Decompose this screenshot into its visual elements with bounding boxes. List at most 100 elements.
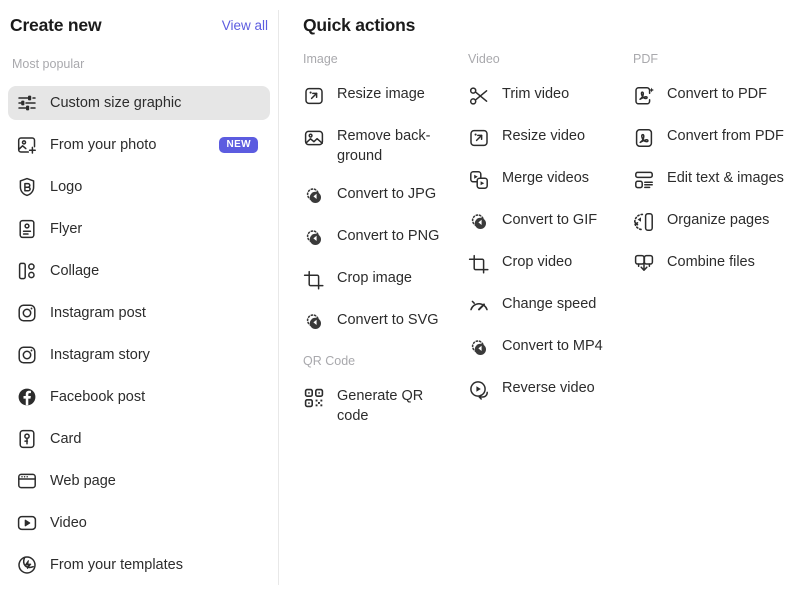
edit-text-images-icon: [633, 169, 655, 191]
create-new-list: Custom size graphic From your photo NEW L…: [8, 86, 270, 590]
quick-action-convert-to-gif[interactable]: Convert to GIF: [468, 210, 633, 236]
quick-action-change-speed[interactable]: Change speed: [468, 294, 633, 320]
create-new-item-label: Collage: [50, 263, 99, 279]
create-new-item-from-your-photo[interactable]: From your photo NEW: [8, 128, 270, 162]
quick-action-convert-to-pdf[interactable]: Convert to PDF: [633, 84, 800, 110]
create-new-item-label: Instagram post: [50, 305, 146, 321]
quick-action-edit-text-images[interactable]: Edit text & images: [633, 168, 800, 194]
quick-action-convert-from-pdf[interactable]: Convert from PDF: [633, 126, 800, 152]
quick-action-label: Change speed: [502, 294, 596, 314]
facebook-icon: [16, 386, 38, 408]
create-new-item-facebook-post[interactable]: Facebook post: [8, 380, 270, 414]
create-new-item-video[interactable]: Video: [8, 506, 270, 540]
page-title: Create new: [10, 15, 101, 36]
quick-action-convert-to-jpg[interactable]: Convert to JPG: [303, 184, 468, 210]
quick-action-label: Crop image: [337, 268, 412, 288]
create-new-item-instagram-story[interactable]: Instagram story: [8, 338, 270, 372]
quick-actions-column-pdf: PDF Convert to PDF Convert from PDF Edit…: [633, 52, 800, 444]
speedometer-icon: [468, 295, 490, 317]
view-all-link[interactable]: View all: [222, 18, 268, 33]
logo-badge-icon: [16, 176, 38, 198]
resize-image-icon: [468, 127, 490, 149]
create-new-panel: Create new View all Most popular Custom …: [0, 0, 278, 595]
create-new-item-instagram-post[interactable]: Instagram post: [8, 296, 270, 330]
quick-actions-panel: Quick actions Image Resize image Remove …: [295, 0, 800, 595]
create-new-item-from-your-templates[interactable]: From your templates: [8, 548, 270, 582]
quick-action-resize-video[interactable]: Resize video: [468, 126, 633, 152]
quick-action-label: Convert to SVG: [337, 310, 439, 330]
quick-action-merge-videos[interactable]: Merge videos: [468, 168, 633, 194]
combine-files-icon: [633, 253, 655, 275]
create-new-item-label: Flyer: [50, 221, 82, 237]
create-new-item-label: Video: [50, 515, 87, 531]
create-new-item-label: Facebook post: [50, 389, 145, 405]
quick-action-label: Merge videos: [502, 168, 589, 188]
quick-action-label: Remove back-ground: [337, 126, 449, 166]
quick-action-reverse-video[interactable]: Reverse video: [468, 378, 633, 404]
remove-background-icon: [303, 127, 325, 149]
quick-action-label: Convert to PDF: [667, 84, 767, 104]
card-icon: [16, 428, 38, 450]
quick-actions-column-image: Image Resize image Remove back-ground Co…: [303, 52, 468, 444]
scissors-icon: [468, 85, 490, 107]
create-new-item-web-page[interactable]: Web page: [8, 464, 270, 498]
quick-action-convert-to-svg[interactable]: Convert to SVG: [303, 310, 468, 336]
quick-action-trim-video[interactable]: Trim video: [468, 84, 633, 110]
sliders-icon: [16, 92, 38, 114]
quick-action-crop-image[interactable]: Crop image: [303, 268, 468, 294]
quick-action-crop-video[interactable]: Crop video: [468, 252, 633, 278]
quick-action-resize-image[interactable]: Resize image: [303, 84, 468, 110]
create-new-item-card[interactable]: Card: [8, 422, 270, 456]
quick-actions-page: Create new View all Most popular Custom …: [0, 0, 800, 595]
create-new-item-custom-size-graphic[interactable]: Custom size graphic: [8, 86, 270, 120]
quick-actions-column-label: Video: [468, 52, 633, 66]
qr-code-icon: [303, 387, 325, 409]
instagram-icon: [16, 302, 38, 324]
quick-action-label: Edit text & images: [667, 168, 784, 188]
quick-action-label: Convert to GIF: [502, 210, 597, 230]
organize-pages-icon: [633, 211, 655, 233]
convert-icon: [303, 185, 325, 207]
quick-actions-columns: Image Resize image Remove back-ground Co…: [303, 52, 800, 444]
resize-image-icon: [303, 85, 325, 107]
quick-action-generate-qr-code[interactable]: Generate QR code: [303, 386, 468, 426]
quick-action-label: Resize video: [502, 126, 585, 146]
convert-to-pdf-icon: [633, 85, 655, 107]
quick-action-convert-to-mp4[interactable]: Convert to MP4: [468, 336, 633, 362]
create-new-item-label: From your photo: [50, 137, 156, 153]
quick-action-convert-to-png[interactable]: Convert to PNG: [303, 226, 468, 252]
merge-videos-icon: [468, 169, 490, 191]
quick-actions-column-video: Video Trim video Resize video Merge vide…: [468, 52, 633, 444]
collage-icon: [16, 260, 38, 282]
crop-icon: [468, 253, 490, 275]
instagram-icon: [16, 344, 38, 366]
convert-icon: [303, 311, 325, 333]
create-new-item-label: From your templates: [50, 557, 183, 573]
quick-actions-title: Quick actions: [303, 15, 415, 36]
quick-actions-column-label: PDF: [633, 52, 800, 66]
status-badge: NEW: [219, 137, 258, 153]
quick-action-label: Resize image: [337, 84, 425, 104]
pdf-icon: [633, 127, 655, 149]
quick-action-remove-back-ground[interactable]: Remove back-ground: [303, 126, 468, 166]
create-new-item-collage[interactable]: Collage: [8, 254, 270, 288]
quick-action-label: Convert to JPG: [337, 184, 436, 204]
quick-action-label: Convert to PNG: [337, 226, 439, 246]
quick-action-label: Convert to MP4: [502, 336, 603, 356]
quick-action-organize-pages[interactable]: Organize pages: [633, 210, 800, 236]
create-new-item-label: Web page: [50, 473, 116, 489]
create-new-item-logo[interactable]: Logo: [8, 170, 270, 204]
quick-action-combine-files[interactable]: Combine files: [633, 252, 800, 278]
quick-action-label: Crop video: [502, 252, 572, 272]
quick-action-label: Convert from PDF: [667, 126, 784, 146]
quick-actions-column-label: Image: [303, 52, 468, 66]
quick-action-label: Organize pages: [667, 210, 769, 230]
quick-actions-header: Quick actions: [303, 13, 415, 37]
create-new-item-label: Logo: [50, 179, 82, 195]
reverse-video-icon: [468, 379, 490, 401]
crop-icon: [303, 269, 325, 291]
photo-add-icon: [16, 134, 38, 156]
web-page-icon: [16, 470, 38, 492]
create-new-item-flyer[interactable]: Flyer: [8, 212, 270, 246]
most-popular-label: Most popular: [12, 55, 84, 73]
